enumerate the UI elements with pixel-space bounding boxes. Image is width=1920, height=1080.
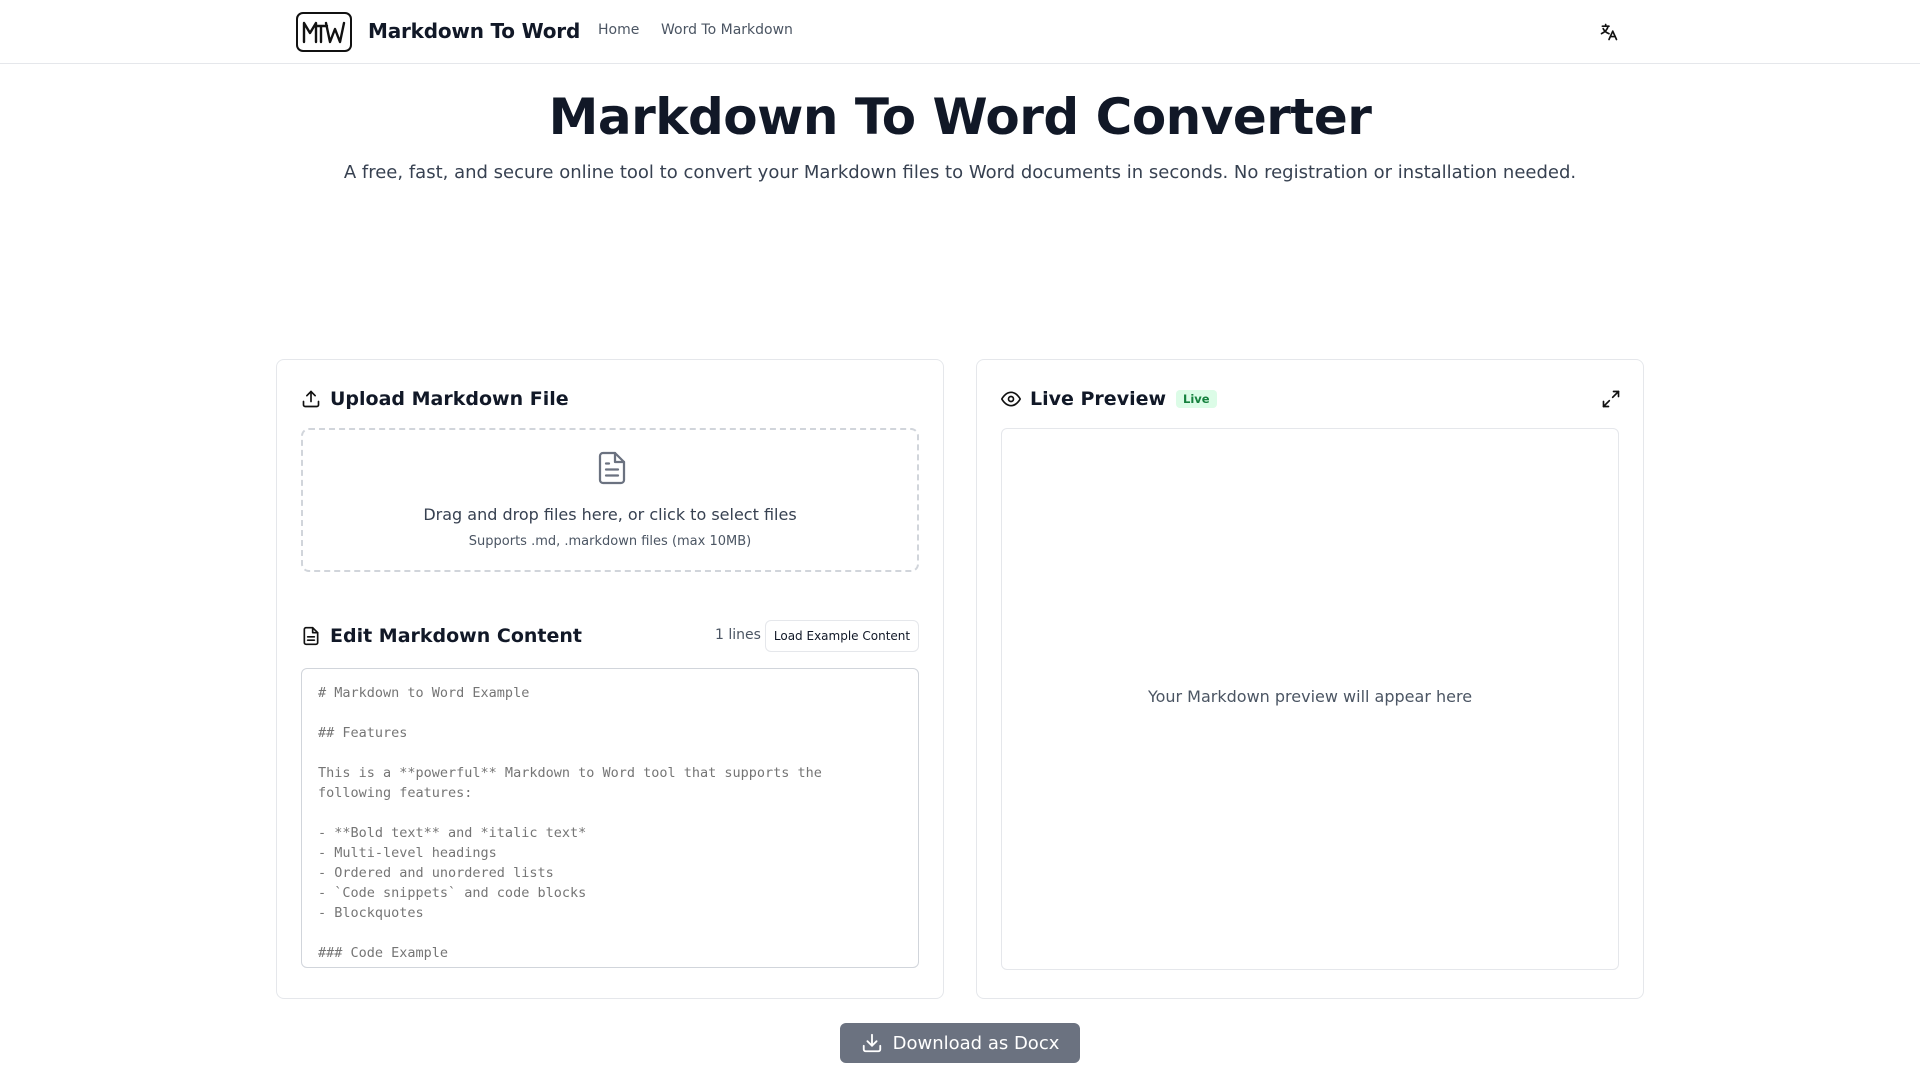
editor-card: Upload Markdown File Drag and drop files…	[276, 359, 944, 999]
preview-card: Live Preview Live Your Markdown preview …	[976, 359, 1644, 999]
upload-section-title: Upload Markdown File	[330, 388, 569, 410]
document-icon	[303, 626, 319, 646]
upload-section-header: Upload Markdown File	[301, 388, 569, 410]
preview-pane[interactable]: Your Markdown preview will appear here	[1001, 428, 1619, 970]
expand-preview-button[interactable]	[1600, 388, 1622, 410]
upload-icon	[302, 390, 320, 408]
preview-section-header: Live Preview Live	[1001, 388, 1217, 410]
translate-icon	[1600, 23, 1618, 41]
top-navbar: Markdown To Word Home Word To Markdown	[0, 0, 1920, 64]
nav-link-word-to-markdown[interactable]: Word To Markdown	[661, 22, 793, 38]
preview-section-title: Live Preview	[1030, 388, 1167, 410]
document-icon	[598, 451, 626, 485]
brand-name[interactable]: Markdown To Word	[368, 19, 580, 43]
page-subtitle: A free, fast, and secure online tool to …	[343, 162, 1577, 183]
dropzone-file-hint: Supports .md, .markdown files (max 10MB)	[468, 534, 752, 549]
page-title: Markdown To Word Converter	[548, 88, 1372, 146]
line-count-label: 1 lines	[715, 627, 761, 643]
live-badge: Live	[1176, 390, 1217, 408]
expand-icon	[1602, 390, 1620, 408]
logo[interactable]	[296, 12, 352, 52]
dropzone-instructions: Drag and drop files here, or click to se…	[423, 505, 797, 524]
load-example-button[interactable]: Load Example Content	[765, 620, 919, 652]
editor-section-title: Edit Markdown Content	[330, 625, 582, 647]
nav-link-home[interactable]: Home	[598, 22, 639, 38]
eye-icon	[1001, 391, 1021, 407]
download-button-label: Download as Docx	[892, 1032, 1060, 1054]
logo-mark-icon	[302, 21, 346, 44]
download-docx-button[interactable]: Download as Docx	[840, 1023, 1080, 1063]
file-dropzone[interactable]: Drag and drop files here, or click to se…	[301, 428, 919, 572]
markdown-editor[interactable]	[301, 668, 919, 968]
preview-empty-message: Your Markdown preview will appear here	[1147, 687, 1473, 706]
language-switch-button[interactable]	[1597, 20, 1621, 44]
download-icon	[862, 1033, 881, 1053]
editor-section-header: Edit Markdown Content	[301, 625, 582, 647]
